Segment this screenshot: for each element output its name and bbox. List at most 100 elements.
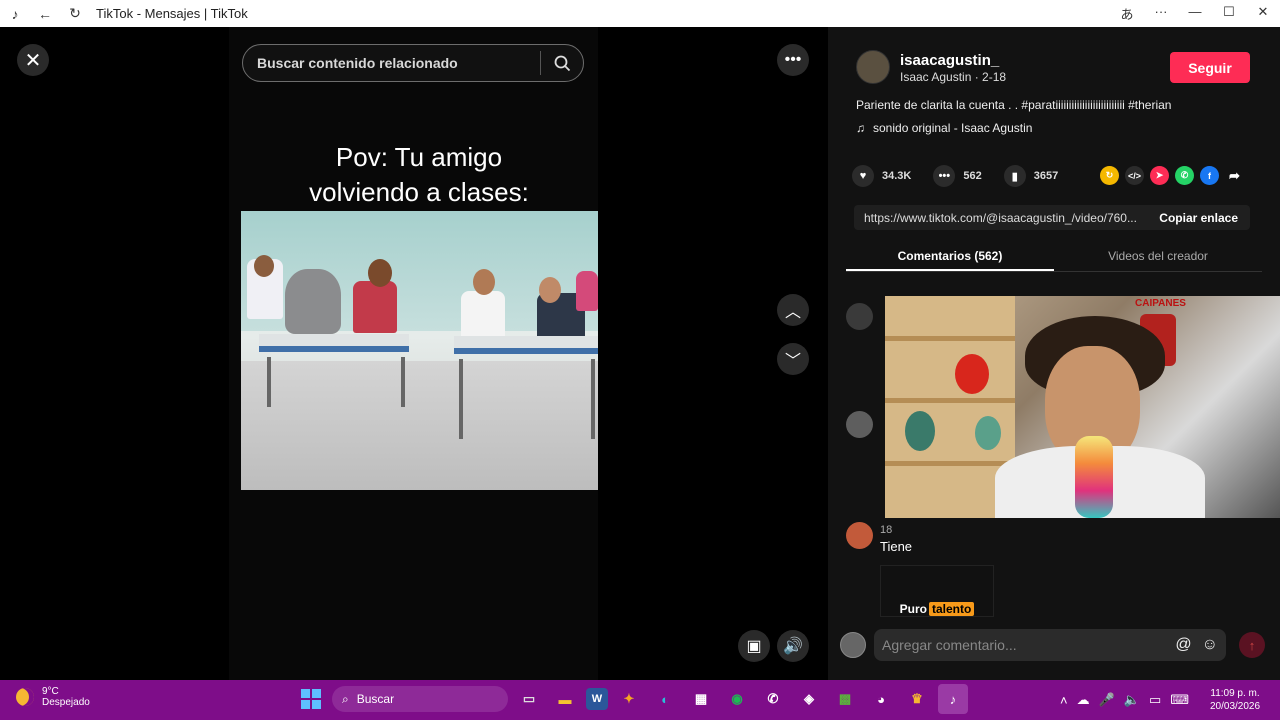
microphone-icon[interactable]: 🎤 — [1099, 692, 1115, 708]
clock[interactable]: 11:09 p. m. 20/03/2026 — [1210, 687, 1260, 713]
edge-icon[interactable]: ◐ — [650, 684, 680, 714]
video-stage: ✕ Buscar contenido relacionado Pov: Tu a… — [0, 27, 828, 680]
author-username[interactable]: isaacagustin_ — [900, 52, 999, 69]
maximize-icon[interactable]: ☐ — [1212, 4, 1246, 23]
discord-icon[interactable]: ◕ — [866, 684, 896, 714]
sound-link[interactable]: ♫ sonido original - Isaac Agustin — [856, 121, 1032, 135]
nvidia-icon[interactable]: ◈ — [794, 684, 824, 714]
bookmark-icon: ▮ — [1003, 165, 1026, 187]
music-note-icon: ♫ — [856, 121, 865, 135]
copilot-icon[interactable]: ✦ — [614, 684, 644, 714]
close-video-button[interactable]: ✕ — [17, 44, 49, 76]
whatsapp-icon[interactable]: ✆ — [1175, 166, 1194, 185]
save-count: 3657 — [1033, 170, 1059, 182]
weather-widget[interactable]: 9°C Despejado — [16, 686, 90, 708]
post-comment-button[interactable]: ↑ — [1239, 632, 1265, 658]
share-arrow-icon[interactable]: ➦ — [1225, 166, 1244, 185]
tab-comments[interactable]: Comentarios (562) — [846, 246, 1054, 271]
like-count: 34.3K — [882, 170, 912, 182]
chevron-down-icon: ﹀ — [784, 353, 801, 370]
desk-leg — [591, 359, 595, 439]
desk-leg — [459, 359, 463, 439]
emoji-icon[interactable]: ☺ — [1202, 636, 1218, 654]
video-link-box: https://www.tiktok.com/@isaacagustin_/vi… — [854, 205, 1250, 230]
search-input[interactable]: Buscar contenido relacionado — [243, 55, 540, 71]
taskbar: 9°C Despejado ⌕ Buscar ▭ ▬ W ✦ ◐ ▦ ◉ ✆ ◈… — [0, 680, 1280, 720]
my-avatar — [840, 632, 866, 658]
shelf-board — [885, 461, 1015, 466]
person-head — [539, 277, 561, 303]
facebook-icon[interactable]: f — [1200, 166, 1219, 185]
next-video-button[interactable]: ﹀ — [777, 343, 809, 375]
minecraft-icon[interactable]: ▩ — [830, 684, 860, 714]
volume-button[interactable]: 🔊 — [777, 630, 809, 662]
taskbar-search[interactable]: ⌕ Buscar — [332, 686, 508, 712]
close-window-icon[interactable]: ✕ — [1246, 4, 1280, 23]
window-title: TikTok - Mensajes | TikTok — [96, 6, 248, 21]
search-icon[interactable] — [541, 55, 583, 72]
chevron-up-icon[interactable]: ˄ — [1060, 693, 1068, 708]
back-icon[interactable]: ← — [30, 6, 60, 22]
person-white-shirt — [461, 291, 505, 341]
toy-figure — [975, 416, 1001, 450]
person-red-shirt — [353, 281, 397, 333]
panel-tabs: Comentarios (562) Videos del creador — [846, 246, 1262, 272]
comment-bar: Agregar comentario... @ ☺ ↑ — [828, 625, 1280, 665]
copy-link-button[interactable]: Copiar enlace — [1159, 211, 1250, 225]
word-icon[interactable]: W — [586, 688, 608, 710]
temperature: 9°C — [42, 686, 59, 697]
commenter-avatar[interactable] — [846, 411, 873, 438]
minimize-icon[interactable]: — — [1178, 4, 1212, 23]
mini-player-button[interactable]: ▣ — [738, 630, 770, 662]
shelf-board — [885, 336, 1015, 341]
tiktok-taskbar-icon[interactable]: ♪ — [938, 684, 968, 714]
clock-time: 11:09 p. m. — [1210, 688, 1260, 699]
tab-creator-videos[interactable]: Videos del creador — [1054, 246, 1262, 271]
file-explorer-icon[interactable]: ▬ — [550, 684, 580, 714]
refresh-icon[interactable]: ↻ — [60, 5, 90, 22]
person-head — [473, 269, 495, 295]
translate-icon[interactable]: あ — [1110, 4, 1144, 23]
display-icon[interactable]: ▭ — [1149, 692, 1161, 708]
desk-leg — [401, 357, 405, 407]
task-view-icon[interactable]: ▭ — [514, 684, 544, 714]
person-pink-top — [576, 271, 598, 311]
game-icon[interactable]: ♛ — [902, 684, 932, 714]
more-options-icon[interactable]: ··· — [1144, 4, 1178, 23]
whatsapp-app-icon[interactable]: ✆ — [758, 684, 788, 714]
caption-line-2: volviendo a clases: — [309, 177, 529, 207]
comment-stat[interactable]: ••• 562 — [933, 165, 982, 187]
system-tray: ˄ ☁ 🎤 🔈 ▭ ⌨ — [1060, 680, 1189, 720]
commenter-avatar[interactable] — [846, 522, 873, 549]
cloud-icon[interactable]: ☁ — [1077, 692, 1090, 708]
repost-icon[interactable]: ↻ — [1100, 166, 1119, 185]
embed-icon[interactable]: </> — [1125, 166, 1144, 185]
video-url[interactable]: https://www.tiktok.com/@isaacagustin_/vi… — [854, 211, 1144, 225]
comment-count: 562 — [963, 170, 982, 182]
poster-text: CAIPANES — [1135, 298, 1186, 309]
spotify-icon[interactable]: ◉ — [722, 684, 752, 714]
author-avatar[interactable] — [856, 50, 890, 84]
send-to-friends-icon[interactable]: ➤ — [1150, 166, 1169, 185]
sticker-word-1: Puro — [899, 602, 927, 616]
like-stat[interactable]: ♥ 34.3K — [852, 165, 911, 187]
keyboard-icon[interactable]: ⌨ — [1170, 692, 1189, 708]
start-button[interactable] — [296, 684, 326, 714]
caption-line-1: Pov: Tu amigo — [335, 142, 503, 172]
save-stat[interactable]: ▮ 3657 — [1003, 165, 1059, 187]
more-actions-button[interactable]: ••• — [777, 44, 809, 76]
related-search-box[interactable]: Buscar contenido relacionado — [242, 44, 584, 82]
volume-icon[interactable]: 🔈 — [1124, 692, 1140, 708]
details-panel: isaacagustin_ Isaac Agustin · 2-18 Segui… — [828, 27, 1280, 680]
desk-right — [454, 336, 598, 354]
toy-figure — [905, 411, 935, 451]
person-head — [368, 259, 392, 287]
previous-video-button[interactable]: ︿ — [777, 294, 809, 326]
store-icon[interactable]: ▦ — [686, 684, 716, 714]
mention-icon[interactable]: @ — [1175, 636, 1191, 654]
video-frame[interactable] — [241, 211, 598, 490]
commenter-avatar[interactable] — [846, 303, 873, 330]
follow-button[interactable]: Seguir — [1170, 52, 1250, 83]
wolf-figure — [285, 269, 341, 334]
comment-input[interactable]: Agregar comentario... @ ☺ — [874, 629, 1226, 661]
